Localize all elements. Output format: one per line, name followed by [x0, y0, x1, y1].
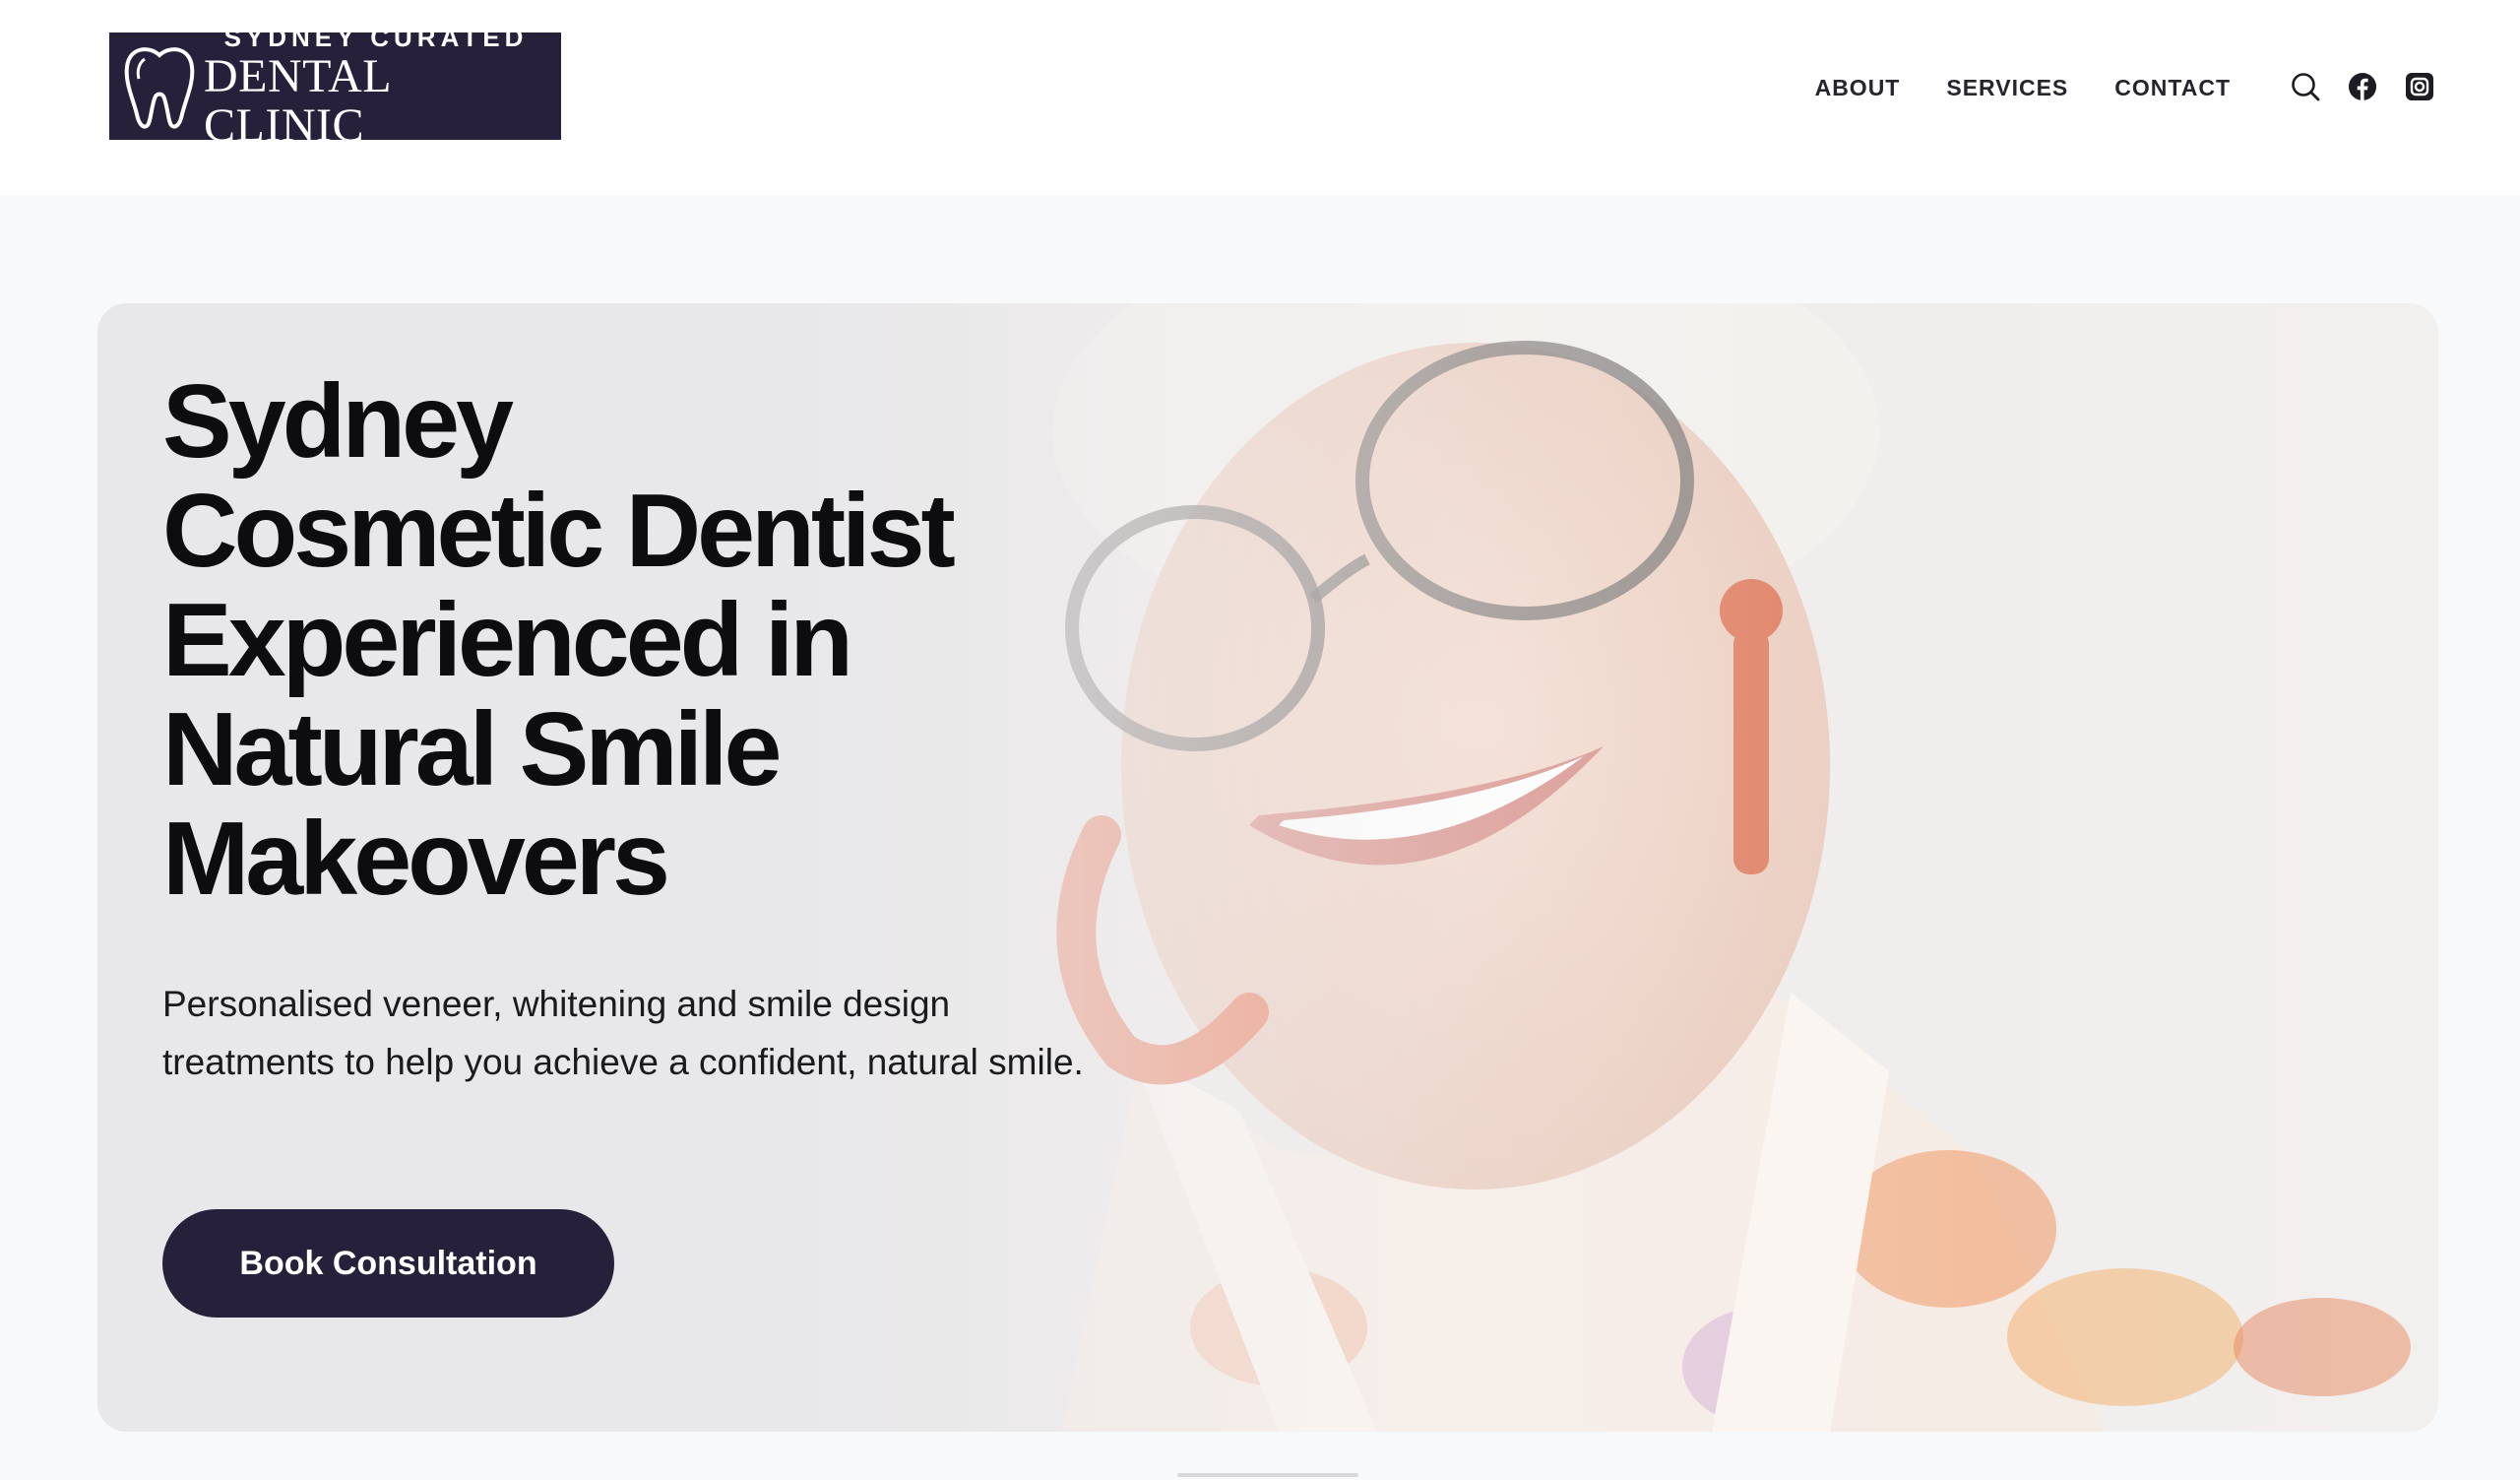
scroll-indicator [1177, 1473, 1358, 1477]
hero-content: Sydney Cosmetic Dentist Experienced in N… [162, 367, 1147, 1091]
instagram-icon[interactable] [2404, 69, 2435, 104]
clinic-logo[interactable]: SYDNEY CURATED DENTAL CLINIC [109, 23, 561, 150]
facebook-icon[interactable] [2347, 69, 2378, 104]
header-icons [2290, 69, 2435, 104]
hero-title: Sydney Cosmetic Dentist Experienced in N… [162, 363, 956, 917]
logo-line-1: SYDNEY CURATED [223, 22, 529, 52]
tooth-icon [117, 37, 202, 136]
logo-line-2: DENTAL CLINIC [204, 49, 391, 152]
site-header: SYDNEY CURATED DENTAL CLINIC ABOUT SERVI… [0, 0, 2520, 195]
nav-contact[interactable]: CONTACT [2114, 71, 2231, 104]
nav-about[interactable]: ABOUT [1815, 71, 1901, 104]
search-icon[interactable] [2290, 69, 2321, 104]
nav-services[interactable]: SERVICES [1946, 71, 2068, 104]
hero-section: Sydney Cosmetic Dentist Experienced in N… [97, 303, 2438, 1432]
main-nav: ABOUT SERVICES CONTACT [1815, 71, 2231, 104]
book-consultation-button[interactable]: Book Consultation [162, 1209, 614, 1318]
hero-subtitle: Personalised veneer, whitening and smile… [162, 984, 1084, 1082]
